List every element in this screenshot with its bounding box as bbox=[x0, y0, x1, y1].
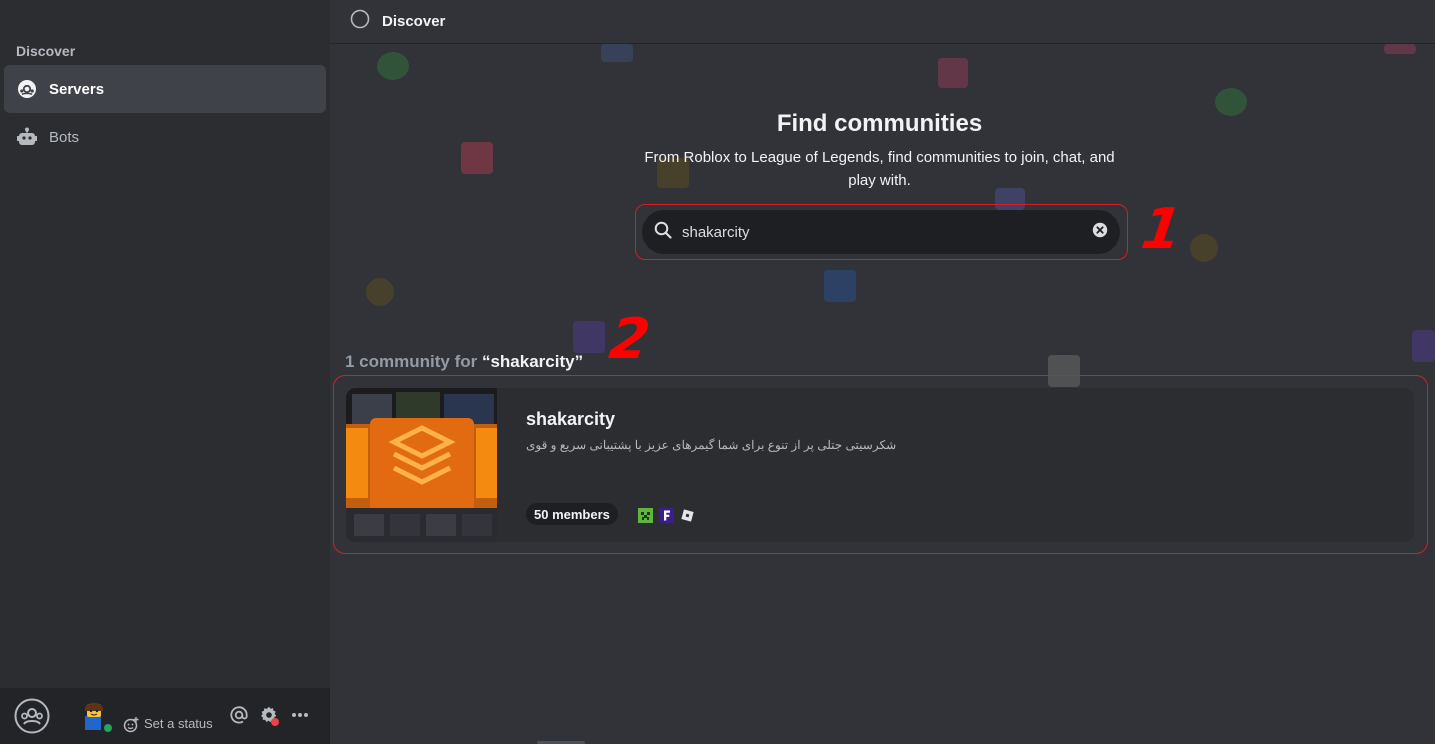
user-panel: Set a status bbox=[0, 688, 330, 744]
sidebar-item-servers[interactable]: Servers bbox=[4, 65, 326, 113]
roblox-icon bbox=[680, 508, 695, 523]
topbar: Discover bbox=[330, 0, 1435, 44]
server-card[interactable]: shakarcity شکرسیتی جتلی پر از تنوع برای … bbox=[346, 388, 1414, 542]
hero-subtitle: From Roblox to League of Legends, find c… bbox=[644, 149, 1115, 189]
server-name: shakarcity bbox=[526, 409, 616, 429]
sidebar-item-label: Bots bbox=[49, 128, 80, 146]
fortnite-icon bbox=[659, 508, 674, 523]
annotation-number-1: 1 bbox=[1137, 197, 1186, 262]
sidebar-heading: Discover bbox=[16, 43, 76, 59]
decorative-server-icon bbox=[377, 52, 409, 80]
result-count-text: 1 community for bbox=[345, 352, 482, 371]
decorative-server-icon bbox=[938, 58, 968, 88]
sidebar: Discover Servers Bots Set a status bbox=[0, 0, 330, 744]
sidebar-item-label: Servers bbox=[49, 80, 105, 98]
decorative-server-icon bbox=[461, 142, 493, 174]
search-icon bbox=[654, 221, 672, 244]
hero-title: Find communities bbox=[776, 110, 983, 137]
decorative-server-icon bbox=[573, 321, 605, 353]
search-icon bbox=[350, 9, 370, 34]
result-count: 1 community for “shakarcity” bbox=[345, 352, 583, 372]
discover-home-icon[interactable] bbox=[14, 698, 50, 734]
decorative-server-icon bbox=[601, 44, 633, 62]
server-banner-image bbox=[346, 388, 497, 542]
clear-search-icon[interactable] bbox=[1092, 222, 1108, 243]
minecraft-icon bbox=[638, 508, 653, 523]
set-status-button[interactable]: Set a status bbox=[144, 716, 213, 731]
decorative-server-icon bbox=[824, 270, 856, 302]
robot-icon bbox=[16, 126, 38, 148]
smiley-plus-icon[interactable] bbox=[123, 717, 139, 733]
online-status-indicator bbox=[102, 722, 114, 734]
result-query: “shakarcity” bbox=[481, 352, 584, 371]
discover-main: Discover Find communities From Roblox to… bbox=[330, 0, 1435, 744]
decorative-server-icon bbox=[1412, 330, 1435, 362]
decorative-server-icon bbox=[1384, 44, 1416, 54]
notification-dot bbox=[271, 718, 279, 726]
server-description: شکرسیتی جتلی پر از تنوع برای شما گیمرهای… bbox=[526, 438, 897, 452]
compass-icon bbox=[16, 78, 38, 100]
decorative-server-icon bbox=[1190, 234, 1218, 262]
page-title: Discover bbox=[382, 13, 446, 30]
more-options-icon[interactable] bbox=[290, 705, 310, 725]
member-count-badge: 50 members bbox=[526, 503, 618, 525]
mentions-icon[interactable] bbox=[229, 705, 249, 725]
search-input[interactable]: shakarcity bbox=[642, 210, 1120, 254]
decorative-server-icon bbox=[366, 278, 394, 306]
search-value: shakarcity bbox=[682, 223, 750, 241]
annotation-number-2: 2 bbox=[605, 307, 654, 372]
sidebar-item-bots[interactable]: Bots bbox=[4, 113, 326, 161]
